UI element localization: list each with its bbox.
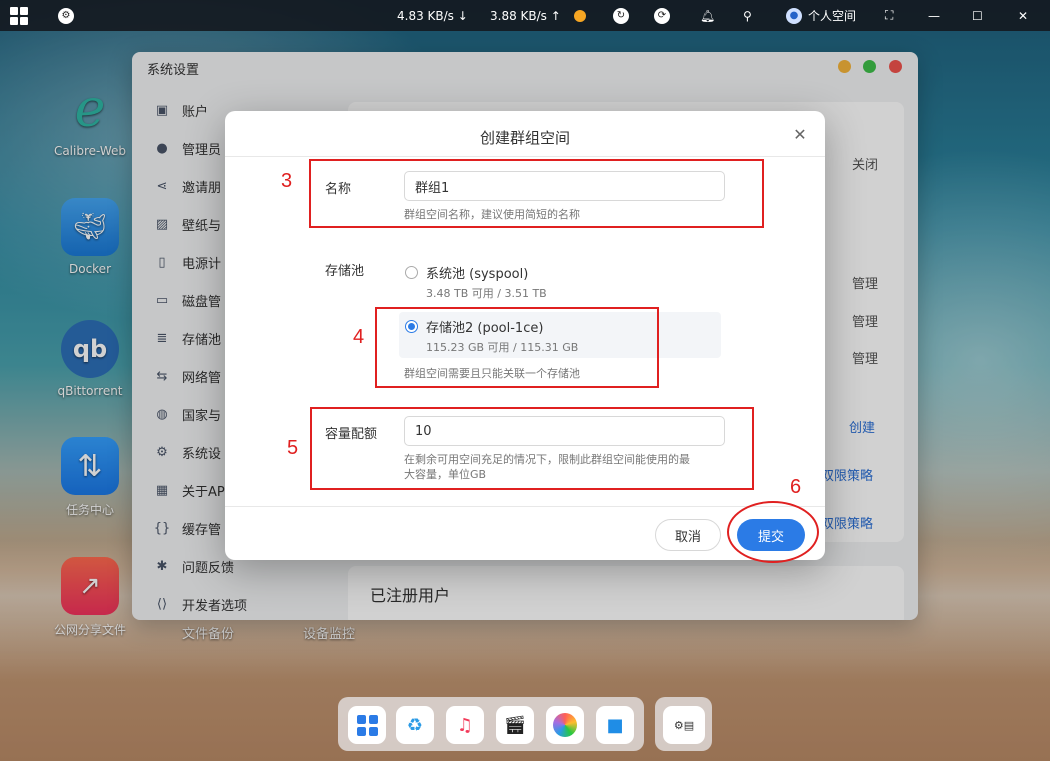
dock-files-icon[interactable]: ■	[596, 706, 634, 744]
settings-app-icon[interactable]: ⚙	[58, 0, 84, 31]
radio-syspool[interactable]	[405, 266, 418, 279]
top-status-bar: ⚙ 4.83 KB/s ↓ 3.88 KB/s ↑ ↻ ⟳ 🔔︎ ⚲ ● 个人空…	[0, 0, 1050, 31]
annotation-box-name	[309, 159, 764, 228]
close-icon[interactable]: ✕	[1018, 0, 1028, 31]
dock-app-center-icon[interactable]	[348, 706, 386, 744]
minimize-icon[interactable]: —	[928, 0, 940, 31]
dialog-close-icon[interactable]: ✕	[791, 125, 809, 144]
annotation-number: 5	[287, 437, 299, 459]
user-label: 个人空间	[808, 9, 857, 23]
sync-icon[interactable]: ↻	[613, 0, 629, 31]
refresh-icon[interactable]: ⟳	[654, 0, 670, 31]
annotation-box-pool	[375, 307, 659, 388]
fullscreen-icon[interactable]: ⛶	[885, 0, 893, 31]
annotation-number: 3	[281, 170, 293, 192]
maximize-icon[interactable]: ☐	[972, 0, 983, 31]
annotation-circle-submit	[727, 501, 819, 563]
dock: ♻ ♫ 🎬︎ ■	[338, 697, 644, 751]
dock-recycle-bin-icon[interactable]: ♻	[396, 706, 434, 744]
dock-photos-icon[interactable]	[546, 706, 584, 744]
cancel-button[interactable]: 取消	[655, 519, 721, 551]
annotation-number: 6	[790, 476, 802, 498]
download-speed: 4.83 KB/s ↓	[397, 8, 468, 23]
dock-music-icon[interactable]: ♫	[446, 706, 484, 744]
storage-pool-label: 存储池	[325, 264, 365, 279]
annotation-box-quota	[310, 407, 754, 490]
upload-speed: 3.88 KB/s ↑	[490, 8, 561, 23]
dock-settings-window-icon[interactable]: ⚙▤	[663, 706, 705, 744]
user-avatar-icon: ●	[786, 7, 802, 24]
dock-video-icon[interactable]: 🎬︎	[496, 706, 534, 744]
app-launcher-icon[interactable]	[10, 0, 32, 31]
status-dot-icon[interactable]	[574, 0, 586, 31]
user-menu[interactable]: ● 个人空间	[786, 0, 856, 31]
dialog-footer-divider	[225, 506, 825, 507]
pool-capacity: 3.48 TB 可用 / 3.51 TB	[426, 287, 547, 300]
annotation-number: 4	[353, 326, 365, 348]
dialog-title: 创建群组空间	[479, 129, 570, 147]
pool-option-syspool[interactable]: 系统池 (syspool) 3.48 TB 可用 / 3.51 TB	[405, 263, 547, 301]
dock-running-apps: ⚙▤	[655, 697, 712, 751]
search-icon[interactable]: ⚲	[743, 0, 752, 31]
pool-title: 系统池 (syspool)	[426, 267, 529, 282]
bell-icon[interactable]: 🔔︎	[700, 0, 715, 31]
dialog-header-divider	[225, 156, 825, 157]
